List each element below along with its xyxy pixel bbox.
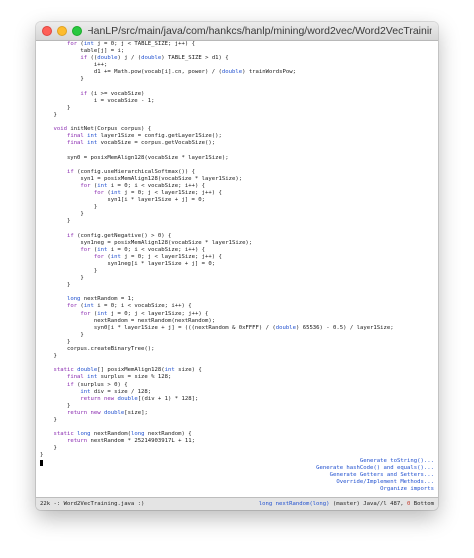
zoom-button[interactable] [72, 26, 82, 36]
code-line[interactable]: d1 += Math.pow(vocab[i].cn, power) / (do… [40, 69, 434, 76]
window-title-text: ~/git/HanLP/src/main/java/com/hankcs/han… [88, 25, 432, 37]
code-line[interactable]: } [40, 268, 434, 275]
code-editor[interactable]: for (int j = 0; j < TABLE_SIZE; j++) { t… [36, 41, 438, 497]
code-action-item[interactable]: Generate hashCode() and equals()... [316, 465, 434, 472]
code-line[interactable]: } [40, 275, 434, 282]
code-line[interactable]: for (int i = 0; i < vocabSize; i++) { [40, 183, 434, 190]
code-line[interactable]: i = vocabSize - 1; [40, 98, 434, 105]
code-line[interactable]: } [40, 105, 434, 112]
code-line[interactable] [40, 360, 434, 367]
code-line[interactable]: } [40, 218, 434, 225]
code-action-item[interactable]: Generate Getters and Setters... [316, 472, 434, 479]
code-line[interactable]: if (config.getNegative() > 0) { [40, 233, 434, 240]
code-line[interactable]: } [40, 403, 434, 410]
code-line[interactable]: } [40, 445, 434, 452]
code-line[interactable]: syn1neg[i * layer1Size + j] = 0; [40, 261, 434, 268]
code-line[interactable]: syn1 = posixMemAlign128(vocabSize * laye… [40, 176, 434, 183]
mode-line-line: 487, [390, 501, 404, 507]
code-line[interactable]: } [40, 417, 434, 424]
code-line[interactable]: syn0[i * layer1Size + j] = (((nextRandom… [40, 325, 434, 332]
code-line[interactable]: syn1[i * layer1Size + j] = 0; [40, 197, 434, 204]
code-line[interactable]: static double[] posixMemAlign128(int siz… [40, 367, 434, 374]
code-line[interactable]: for (int i = 0; i < vocabSize; i++) { [40, 247, 434, 254]
code-action-item[interactable]: Override/Implement Methods... [316, 479, 434, 486]
mode-line-branch: (master) Java//l [332, 501, 387, 507]
code-action-item[interactable]: Generate toString()... [316, 458, 434, 465]
code-line[interactable] [40, 119, 434, 126]
code-line[interactable] [40, 162, 434, 169]
mode-line-info: long nextRandom(long) (master) Java//l 4… [259, 501, 434, 507]
code-line[interactable]: } [40, 211, 434, 218]
text-cursor [40, 459, 43, 466]
code-line[interactable]: for (int j = 0; j < TABLE_SIZE; j++) { [40, 41, 434, 48]
code-line[interactable]: } [40, 339, 434, 346]
code-line[interactable]: int div = size / 128; [40, 389, 434, 396]
code-line[interactable]: final int vocabSize = corpus.getVocabSiz… [40, 140, 434, 147]
code-line[interactable]: } [40, 112, 434, 119]
minimize-button[interactable] [57, 26, 67, 36]
code-line[interactable]: void initNet(Corpus corpus) { [40, 126, 434, 133]
mode-line-errors: 0 [407, 501, 411, 507]
mode-line: 22k -: Word2VecTraining.java :) long nex… [36, 497, 438, 510]
code-line[interactable]: return new double[(div + 1) * 128]; [40, 396, 434, 403]
code-line[interactable]: } [40, 282, 434, 289]
code-line[interactable]: syn1neg = posixMemAlign128(vocabSize * l… [40, 240, 434, 247]
code-line[interactable]: for (int j = 0; j < layer1Size; j++) { [40, 311, 434, 318]
code-line[interactable]: table[j] = i; [40, 48, 434, 55]
code-line[interactable]: corpus.createBinaryTree(); [40, 346, 434, 353]
code-line[interactable]: return nextRandom * 25214903917L + 11; [40, 438, 434, 445]
code-line[interactable]: final int layer1Size = config.getLayer1S… [40, 133, 434, 140]
code-line[interactable]: } [40, 353, 434, 360]
code-line[interactable]: static long nextRandom(long nextRandom) … [40, 431, 434, 438]
code-line[interactable] [40, 225, 434, 232]
code-line[interactable]: for (int j = 0; j < layer1Size; j++) { [40, 190, 434, 197]
code-line[interactable]: final int surplus = size % 128; [40, 374, 434, 381]
code-line[interactable]: i++; [40, 62, 434, 69]
code-line[interactable]: if (config.useHierarchicalSoftmax()) { [40, 169, 434, 176]
title-bar[interactable]: ~/git/HanLP/src/main/java/com/hankcs/han… [36, 22, 438, 41]
code-line[interactable]: long nextRandom = 1; [40, 296, 434, 303]
code-line[interactable]: return new double[size]; [40, 410, 434, 417]
code-line[interactable]: } [40, 76, 434, 83]
code-line[interactable] [40, 424, 434, 431]
close-button[interactable] [42, 26, 52, 36]
code-line[interactable]: if (i >= vocabSize) [40, 91, 434, 98]
mode-line-position: Bottom [413, 501, 434, 507]
code-line[interactable] [40, 289, 434, 296]
code-line[interactable]: } [40, 204, 434, 211]
code-line[interactable]: nextRandom = nextRandom(nextRandom); [40, 318, 434, 325]
mode-line-function: long nextRandom(long) [258, 501, 330, 507]
code-line[interactable] [40, 84, 434, 91]
editor-window: ~/git/HanLP/src/main/java/com/hankcs/han… [36, 22, 438, 510]
mode-line-buffer: 22k -: Word2VecTraining.java :) [40, 501, 145, 507]
code-line[interactable] [40, 147, 434, 154]
code-line[interactable]: if ((double) j / (double) TABLE_SIZE > d… [40, 55, 434, 62]
code-line[interactable]: if (surplus > 0) { [40, 382, 434, 389]
window-title: ~/git/HanLP/src/main/java/com/hankcs/han… [88, 22, 432, 40]
code-action-item[interactable]: Organize imports [316, 486, 434, 493]
code-line[interactable]: for (int j = 0; j < layer1Size; j++) { [40, 254, 434, 261]
code-actions-menu: Generate toString()... Generate hashCode(… [316, 458, 434, 493]
code-line[interactable]: for (int i = 0; i < vocabSize; i++) { [40, 303, 434, 310]
code-line[interactable]: } [40, 332, 434, 339]
code-line[interactable]: syn0 = posixMemAlign128(vocabSize * laye… [40, 155, 434, 162]
